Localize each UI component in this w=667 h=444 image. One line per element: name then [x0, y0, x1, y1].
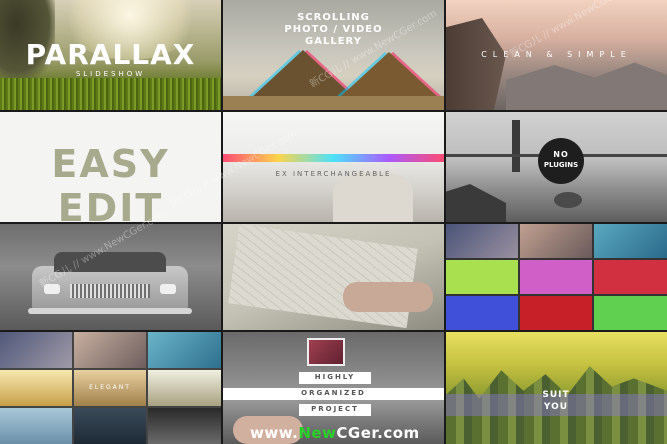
clean-text: CLEAN & SIMPLE: [481, 50, 632, 59]
organized-line2: ORGANIZED: [301, 389, 366, 397]
plugins-line1: NO: [553, 150, 569, 159]
grid-cell: [520, 296, 592, 330]
rock-small: [554, 192, 582, 208]
car-grille: [70, 284, 150, 298]
grass-field: [0, 78, 221, 110]
car-headlight-right: [160, 284, 176, 294]
interchangeable-text: EX INTERCHANGEABLE: [275, 170, 392, 178]
grid-cell: [148, 332, 221, 368]
grid-cell: [148, 408, 221, 444]
grid-cell: [594, 224, 667, 258]
tile-no-plugins: NO PLUGINS: [446, 112, 667, 222]
grid-cell: [0, 408, 72, 444]
tile-clean-simple: CLEAN & SIMPLE: [446, 0, 667, 110]
suit-line1: SUIT: [542, 390, 570, 400]
scrolling-line3: GALLERY: [305, 36, 362, 47]
plugins-line2: PLUGINS: [543, 161, 579, 169]
grid-cell: [148, 370, 221, 406]
photo-thumb: [307, 338, 345, 366]
car-bumper: [28, 308, 192, 314]
tile-color-grid: [446, 224, 667, 330]
tile-interchangeable: EX INTERCHANGEABLE: [223, 112, 444, 222]
tile-easy-edit: EASY EDIT: [0, 112, 221, 222]
grid-cell: [0, 370, 72, 406]
easy-edit-title: EASY EDIT: [51, 142, 170, 222]
grid-cell: [74, 408, 146, 444]
hand-shape: [343, 282, 433, 312]
suit-line2: YOU: [543, 402, 569, 412]
rocks: [446, 184, 506, 222]
tile-parallax: PARALLAX SLIDESHOW: [0, 0, 221, 110]
grid-cell: [520, 224, 592, 258]
organized-line1: HIGHLY: [314, 373, 356, 381]
tile-map-hand: [223, 224, 444, 330]
tile-elegant: ELEGANT: [0, 332, 221, 444]
grid-cell: [446, 260, 518, 294]
grid-cell: [74, 332, 146, 368]
elegant-text: ELEGANT: [89, 384, 131, 391]
parallax-subtitle: SLIDESHOW: [75, 70, 146, 78]
grid-cell: [446, 224, 518, 258]
footer-watermark: www.NewCGer.com: [250, 424, 420, 442]
map-paper: [228, 224, 418, 329]
grid-cell: [594, 296, 667, 330]
organized-line3: PROJECT: [311, 405, 359, 413]
grid-cell: [594, 260, 667, 294]
sand-ground: [223, 96, 444, 110]
mountain-layer: [506, 62, 667, 110]
cliff-silhouette: [446, 18, 506, 110]
grid-cell: [446, 296, 518, 330]
bride-silhouette: [333, 172, 413, 222]
grid-cell: [520, 260, 592, 294]
bridge-tower: [512, 120, 520, 172]
grid-cell: [0, 332, 72, 368]
parallax-title: PARALLAX: [25, 38, 196, 71]
tile-suit-you: SUIT YOU: [446, 332, 667, 444]
